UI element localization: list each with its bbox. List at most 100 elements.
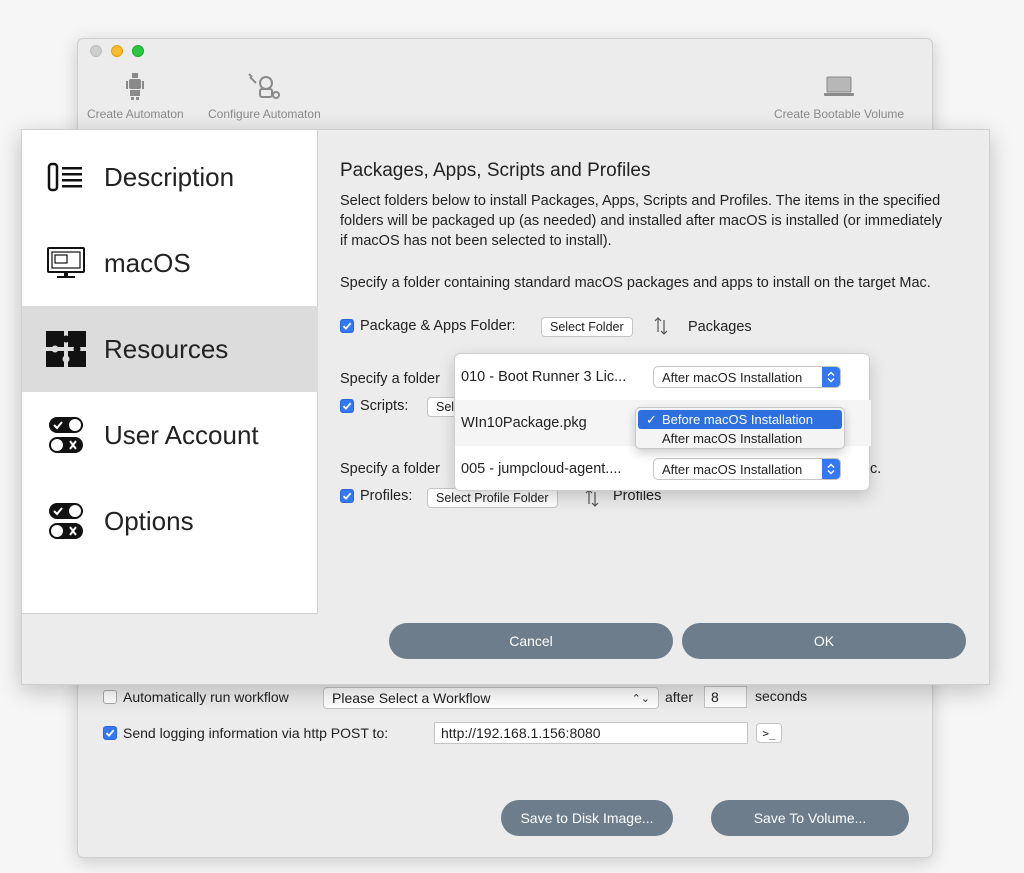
- robot-wrench-icon: [248, 73, 281, 99]
- ok-label: OK: [813, 633, 835, 649]
- sidebar-item-options[interactable]: Options: [22, 478, 318, 564]
- chevron-updown-icon: [822, 459, 840, 479]
- after-label-row: after: [665, 689, 693, 705]
- monitor-icon: [44, 246, 88, 280]
- select-profile-folder-label: Select Profile Folder: [436, 491, 549, 505]
- menu-item-label: After macOS Installation: [662, 431, 803, 446]
- menu-item-after-install[interactable]: After macOS Installation: [638, 429, 842, 448]
- packages-checkbox-label: Package & Apps Folder:: [360, 318, 516, 334]
- logging-row: Send logging information via http POST t…: [103, 725, 388, 741]
- install-timing-value: After macOS Installation: [662, 369, 803, 385]
- toggles-icon: [44, 503, 88, 539]
- scripts-checkbox[interactable]: [340, 399, 354, 413]
- zoom-window-button[interactable]: [132, 45, 144, 57]
- install-timing-select[interactable]: After macOS Installation: [653, 366, 841, 388]
- terminal-button[interactable]: >_: [756, 723, 782, 743]
- seconds-label: seconds: [755, 688, 808, 704]
- checkmark-icon: [105, 729, 115, 737]
- auto-run-label: Automatically run workflow: [123, 689, 289, 705]
- resources-sheet: Description macOS Resources User Account…: [21, 129, 990, 685]
- chevron-updown-icon: [822, 367, 840, 387]
- package-name: WIn10Package.pkg: [461, 415, 587, 431]
- window-controls: [90, 45, 144, 57]
- sidebar-item-label: Resources: [104, 333, 229, 364]
- logging-checkbox[interactable]: [103, 726, 117, 740]
- save-to-volume-button[interactable]: Save To Volume...: [711, 800, 909, 836]
- auto-run-checkbox[interactable]: [103, 690, 117, 704]
- checkmark-icon: ✓: [646, 411, 657, 427]
- intro-text: Select folders below to install Packages…: [340, 193, 943, 249]
- close-window-button[interactable]: [90, 45, 102, 57]
- cancel-button[interactable]: Cancel: [389, 623, 673, 659]
- seconds-input-value: 8: [711, 689, 719, 705]
- select-scripts-folder-label: Sel: [436, 400, 455, 414]
- checkmark-icon: [342, 402, 352, 410]
- select-folder-button[interactable]: Select Folder: [541, 317, 633, 337]
- auto-run-row: Automatically run workflow: [103, 689, 289, 705]
- sort-arrows-icon: [654, 317, 668, 335]
- minimize-window-button[interactable]: [111, 45, 123, 57]
- install-timing-value: After macOS Installation: [662, 461, 803, 477]
- configure-automaton-label: Configure Automaton: [208, 107, 321, 121]
- workflow-select-value: Please Select a Workflow: [332, 690, 491, 706]
- checkmark-icon: [342, 322, 352, 330]
- seconds-label-row: seconds: [755, 688, 807, 704]
- profiles-checkbox[interactable]: [340, 489, 354, 503]
- scripts-row: Scripts:: [340, 398, 408, 414]
- scripts-checkbox-label: Scripts:: [360, 398, 409, 414]
- list-item: 005 - jumpcloud-agent.... After macOS In…: [455, 446, 871, 492]
- page-title: Packages, Apps, Scripts and Profiles: [340, 160, 651, 181]
- profiles-row: Profiles:: [340, 488, 412, 504]
- sidebar-item-user-account[interactable]: User Account: [22, 392, 318, 478]
- robot-icon: [126, 73, 145, 100]
- create-automaton-button[interactable]: Create Automaton: [87, 71, 184, 121]
- install-timing-menu: ✓ Before macOS Installation After macOS …: [635, 407, 845, 449]
- profiles-checkbox-label: Profiles:: [360, 488, 413, 504]
- packages-row: Package & Apps Folder:: [340, 318, 516, 334]
- checkmark-icon: [342, 492, 352, 500]
- ok-button[interactable]: OK: [682, 623, 966, 659]
- profiles-description: Specify a folder: [340, 461, 440, 477]
- sidebar-item-resources[interactable]: Resources: [22, 306, 318, 392]
- cancel-label: Cancel: [509, 633, 553, 649]
- profiles-description-tail: c.: [870, 461, 882, 477]
- workflow-select[interactable]: Please Select a Workflow ⌃⌄: [323, 687, 659, 709]
- seconds-input[interactable]: 8: [704, 686, 747, 708]
- sidebar-item-macos[interactable]: macOS: [22, 220, 318, 306]
- packages-folder-name: Packages: [688, 319, 752, 335]
- package-name: 005 - jumpcloud-agent....: [461, 461, 622, 477]
- puzzle-icon: [44, 331, 88, 367]
- list-item: 010 - Boot Runner 3 Lic... After macOS I…: [455, 354, 871, 400]
- create-bootable-volume-button[interactable]: Create Bootable Volume: [774, 71, 904, 121]
- list-icon: [44, 160, 88, 194]
- menu-item-label: Before macOS Installation: [662, 412, 814, 427]
- logging-url-value: http://192.168.1.156:8080: [441, 725, 601, 741]
- install-timing-select[interactable]: After macOS Installation: [653, 458, 841, 480]
- after-label: after: [665, 689, 694, 705]
- sidebar-item-description[interactable]: Description: [22, 134, 318, 220]
- sidebar-item-label: Description: [104, 161, 235, 192]
- save-disk-image-label: Save to Disk Image...: [520, 810, 654, 826]
- packages-checkbox[interactable]: [340, 319, 354, 333]
- save-to-volume-label: Save To Volume...: [753, 810, 867, 826]
- save-disk-image-button[interactable]: Save to Disk Image...: [501, 800, 673, 836]
- sidebar-item-label: macOS: [104, 247, 191, 278]
- menu-item-before-install[interactable]: ✓ Before macOS Installation: [638, 410, 842, 429]
- terminal-icon: >_: [762, 726, 776, 740]
- configure-automaton-button[interactable]: Configure Automaton: [208, 71, 321, 121]
- laptop-icon: [824, 76, 855, 96]
- sidebar: Description macOS Resources User Account…: [22, 130, 318, 614]
- package-name: 010 - Boot Runner 3 Lic...: [461, 369, 627, 385]
- scripts-description: Specify a folder: [340, 371, 440, 387]
- create-bootable-volume-label: Create Bootable Volume: [774, 107, 905, 121]
- select-folder-label: Select Folder: [550, 320, 624, 334]
- create-automaton-label: Create Automaton: [87, 107, 184, 121]
- logging-label: Send logging information via http POST t…: [123, 725, 389, 741]
- logging-url-input[interactable]: http://192.168.1.156:8080: [434, 722, 748, 744]
- toggles-icon: [44, 417, 88, 453]
- packages-description: Specify a folder containing standard mac…: [340, 275, 931, 291]
- chevron-updown-icon: ⌃⌄: [631, 692, 650, 705]
- sidebar-item-label: User Account: [104, 419, 259, 450]
- packages-popover: 010 - Boot Runner 3 Lic... After macOS I…: [454, 353, 871, 492]
- sidebar-item-label: Options: [104, 505, 194, 536]
